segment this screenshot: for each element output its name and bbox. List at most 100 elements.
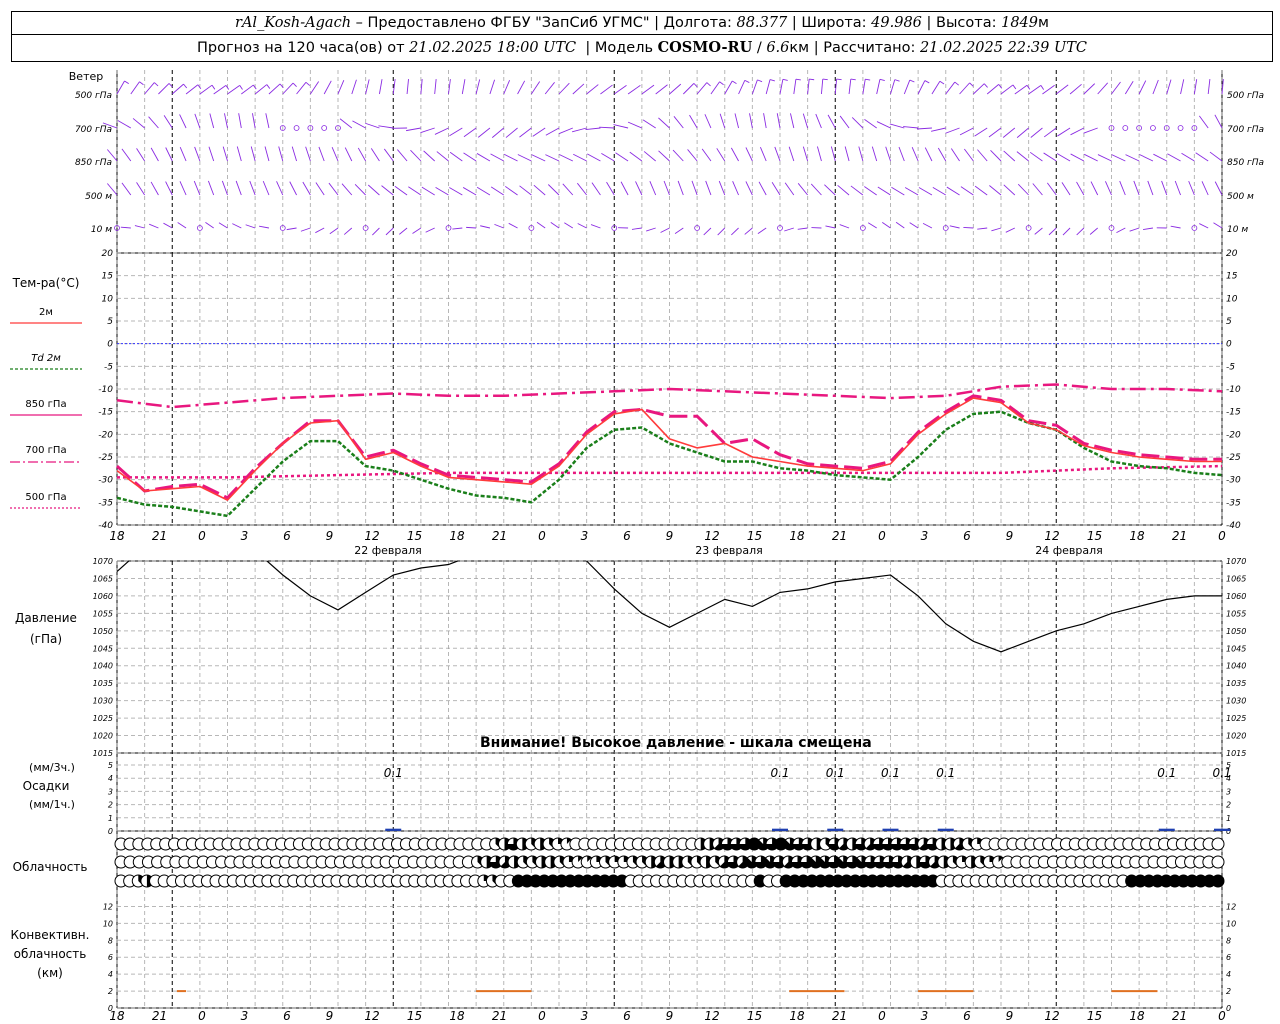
wind-barb [774, 146, 781, 162]
temp-tick-right: -15 [1226, 408, 1241, 418]
pressure-tick-left: 1040 [93, 662, 113, 671]
wind-barb [1042, 84, 1055, 95]
wind-barb [254, 84, 268, 95]
wind-barb [591, 182, 601, 196]
wind-barb [629, 151, 643, 162]
wind-barb [903, 79, 911, 95]
wind-barb [241, 84, 254, 95]
wind-level-right: 500 гПа [1227, 91, 1264, 101]
wind-barb-flag [154, 82, 159, 87]
temp-tick-left: -35 [98, 498, 113, 508]
wind-barb [991, 227, 1002, 232]
precip-bar [385, 828, 402, 831]
temp-tick-left: 5 [107, 317, 113, 327]
wind-barb [771, 182, 781, 196]
conv-tick-right: 2 [1226, 987, 1231, 996]
wind-barb [367, 184, 380, 196]
wind-barb [372, 227, 380, 236]
conv-tick-right: 8 [1226, 936, 1231, 945]
wind-barb [839, 224, 850, 229]
wind-barb [867, 222, 877, 229]
wind-barb [932, 186, 946, 196]
wind-barb [889, 123, 905, 129]
wind-barb [974, 185, 988, 196]
wind-barb [911, 147, 919, 162]
wind-barb-flag [211, 84, 216, 90]
wind-barb [1166, 79, 1172, 95]
wind-barb [490, 186, 504, 196]
temp-tick-left: 20 [102, 249, 114, 259]
wind-barb [1076, 227, 1085, 236]
wind-barb [590, 224, 601, 229]
wind-barb [286, 227, 297, 231]
wind-barb [343, 227, 353, 235]
wind-barb [1032, 183, 1043, 196]
precip-bar [1158, 828, 1175, 831]
wind-barb [882, 221, 891, 229]
pressure-title: Давление [15, 611, 77, 625]
wind-barb [533, 184, 546, 196]
wind-barb [682, 83, 695, 95]
wind-barb [573, 153, 587, 162]
wind-barb [802, 146, 809, 162]
time-tick-bottom: 6 [623, 1009, 631, 1023]
wind-barb [262, 180, 270, 196]
day-label: 23 февраля [695, 544, 763, 557]
wind-barb [423, 150, 435, 162]
precip-label: 0.1 [936, 766, 955, 780]
wind-barb [435, 187, 449, 196]
wind-barb [844, 146, 850, 162]
wind-level-left: 700 гПа [75, 125, 112, 135]
wind-barb [718, 180, 726, 196]
wind-barb [171, 83, 184, 95]
wind-barb [421, 186, 435, 196]
wind-barb [1069, 83, 1082, 95]
temp-tick-right: -5 [1226, 362, 1235, 372]
wind-barb [399, 227, 408, 235]
wind-barb [550, 221, 560, 229]
wind-barb [960, 186, 974, 196]
conv-tick-right: 6 [1226, 953, 1231, 962]
wind-barb [745, 147, 753, 162]
wind-barb [185, 84, 199, 95]
wind-barb [1152, 79, 1159, 95]
wind-barb-flag [822, 78, 828, 81]
day-label: 24 февраля [1035, 544, 1103, 557]
day-label: 22 февраля [354, 544, 422, 557]
time-tick-bottom: 18 [449, 1009, 465, 1023]
wind-barb [1139, 154, 1154, 162]
wind-barb [132, 118, 145, 129]
wind-barb [658, 150, 670, 162]
wind-barb [227, 84, 241, 95]
time-tick-top: 6 [963, 529, 971, 543]
time-tick-bottom: 12 [704, 1009, 719, 1023]
wind-barb [950, 148, 960, 162]
wind-barb [480, 225, 491, 229]
wind-level-left: 10 м [91, 225, 112, 235]
wind-barb [631, 227, 642, 230]
wind-barb [891, 186, 905, 196]
wind-barb [1057, 127, 1071, 137]
wind-barb [797, 227, 808, 230]
pressure-tick-right: 1045 [1226, 644, 1246, 653]
wind-barb [1062, 227, 1071, 236]
wind-level-right: 500 м [1227, 192, 1254, 202]
wind-barb [719, 113, 726, 129]
wind-barb [917, 80, 926, 95]
time-tick-bottom: 15 [407, 1009, 422, 1023]
wind-barb [949, 225, 960, 229]
wind-barb [744, 227, 753, 235]
wind-barb [121, 148, 132, 162]
wind-barb [745, 181, 753, 196]
wind-barb [1105, 181, 1112, 196]
temp-tick-right: -40 [1226, 521, 1241, 531]
wind-barb [895, 221, 905, 229]
pressure-tick-left: 1025 [93, 714, 113, 723]
legend-td: Td 2м [31, 353, 61, 364]
wind-barb [136, 148, 146, 162]
wind-barb [466, 226, 477, 229]
wind-barb [646, 227, 656, 232]
wind-barb [1005, 227, 1016, 233]
wind-barb [296, 82, 307, 95]
wind-barb-flag [731, 80, 737, 84]
